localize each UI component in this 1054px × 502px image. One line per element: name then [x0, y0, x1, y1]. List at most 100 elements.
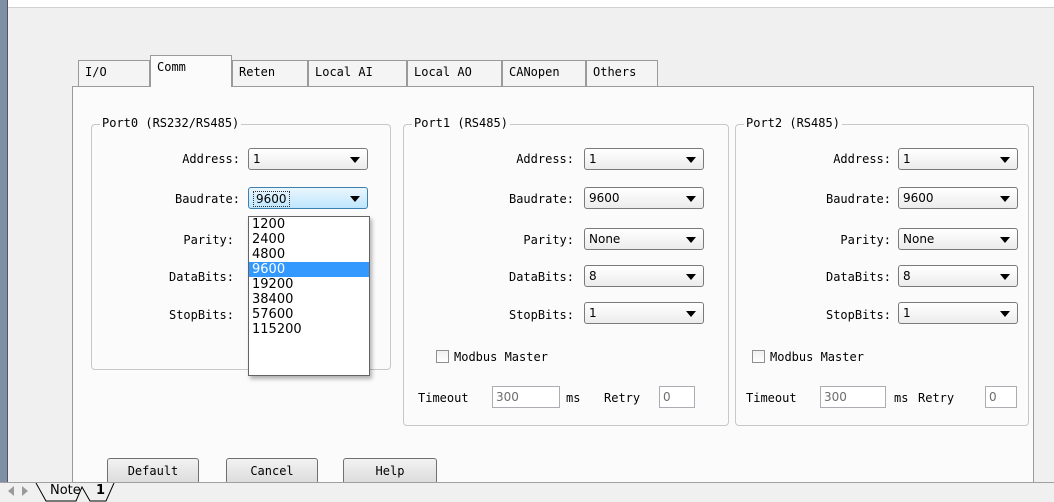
dropdown-arrow-icon — [1000, 237, 1010, 243]
port1-ms-label: ms — [566, 391, 581, 405]
tab-reten[interactable]: Reten — [232, 60, 308, 86]
tab-label: Comm — [157, 60, 186, 74]
port2-baudrate-select[interactable]: 9600 — [898, 187, 1018, 209]
port0-baudrate-select[interactable]: 9600 — [248, 187, 368, 209]
select-value: 1 — [253, 152, 261, 166]
port0-address-label: Address: — [182, 152, 240, 166]
dropdown-arrow-icon — [686, 157, 696, 163]
dropdown-arrow-icon — [686, 311, 696, 317]
tab-label: Reten — [239, 65, 276, 79]
port2-timeout-field[interactable]: 300 — [820, 386, 886, 408]
port1-baudrate-label: Baudrate: — [508, 192, 574, 206]
port1-timeout-label: Timeout — [418, 391, 469, 405]
window-left-edge — [0, 0, 8, 484]
port0-title: Port0 (RS232/RS485) — [100, 116, 242, 130]
select-value: 9600 — [253, 191, 290, 207]
cancel-button[interactable]: Cancel — [226, 458, 318, 484]
port1-baudrate-select[interactable]: 9600 — [584, 187, 704, 209]
port1-databits-label: DataBits: — [508, 270, 574, 284]
select-value: None — [589, 232, 621, 246]
window-top-edge — [8, 0, 1054, 8]
sheet-tab-note[interactable]: Note — [50, 483, 81, 498]
port2-modbus-master-label: Modbus Master — [770, 350, 864, 364]
port2-stopbits-select[interactable]: 1 — [898, 302, 1018, 324]
tab-canopen[interactable]: CANopen — [502, 60, 586, 86]
port2-retry-label: Retry — [918, 391, 955, 405]
select-value: 1 — [903, 152, 911, 166]
port2-ms-label: ms — [894, 391, 909, 405]
port1-stopbits-label: StopBits: — [508, 308, 574, 322]
select-value: 1 — [589, 306, 597, 320]
port2-title: Port2 (RS485) — [744, 116, 842, 130]
port1-title: Port1 (RS485) — [412, 116, 510, 130]
baudrate-option-selected[interactable]: 9600 — [249, 262, 369, 277]
baudrate-option[interactable]: 4800 — [249, 247, 369, 262]
dropdown-arrow-icon — [686, 274, 696, 280]
dropdown-arrow-icon — [1000, 311, 1010, 317]
port1-stopbits-select[interactable]: 1 — [584, 302, 704, 324]
select-value: 8 — [903, 269, 911, 283]
tab-io[interactable]: I/O — [78, 60, 150, 86]
dropdown-arrow-icon — [686, 196, 696, 202]
select-value: None — [903, 232, 935, 246]
scroll-left-icon[interactable] — [8, 486, 14, 496]
port1-timeout-field[interactable]: 300 — [492, 386, 560, 408]
tab-label: I/O — [85, 65, 107, 79]
port0-address-select[interactable]: 1 — [248, 148, 368, 170]
help-button[interactable]: Help — [343, 458, 437, 484]
dropdown-arrow-icon — [350, 196, 360, 202]
baudrate-option[interactable]: 115200 — [249, 322, 369, 337]
select-value: 1 — [589, 152, 597, 166]
port2-parity-select[interactable]: None — [898, 228, 1018, 250]
select-value: 9600 — [589, 191, 620, 205]
port2-address-label: Address: — [833, 152, 891, 166]
port2-retry-field[interactable]: 0 — [985, 386, 1017, 408]
sheet-tab-bar: Note 1 — [0, 482, 1054, 502]
select-value: 1 — [903, 306, 911, 320]
dropdown-arrow-icon — [350, 157, 360, 163]
port1-databits-select[interactable]: 8 — [584, 265, 704, 287]
port2-address-select[interactable]: 1 — [898, 148, 1018, 170]
port0-parity-label: Parity: — [183, 233, 234, 247]
port0-databits-label: DataBits: — [168, 270, 234, 284]
port2-parity-label: Parity: — [840, 233, 891, 247]
port0-stopbits-label: StopBits: — [168, 308, 234, 322]
scroll-right-icon[interactable] — [22, 486, 28, 496]
port2-stopbits-label: StopBits: — [825, 308, 891, 322]
tab-local-ai[interactable]: Local AI — [308, 60, 407, 86]
select-value: 9600 — [903, 191, 934, 205]
port1-modbus-master-checkbox[interactable] — [436, 350, 449, 363]
baudrate-option[interactable]: 57600 — [249, 307, 369, 322]
port1-modbus-master-label: Modbus Master — [454, 350, 548, 364]
port0-baudrate-label: Baudrate: — [174, 192, 240, 206]
default-button[interactable]: Default — [107, 458, 199, 484]
select-value: 8 — [589, 269, 597, 283]
tab-label: Local AO — [414, 65, 472, 79]
port2-databits-label: DataBits: — [825, 270, 891, 284]
port2-timeout-label: Timeout — [746, 391, 797, 405]
port2-modbus-master-checkbox[interactable] — [752, 350, 765, 363]
tab-comm[interactable]: Comm — [150, 55, 232, 87]
port1-parity-label: Parity: — [523, 233, 574, 247]
tab-label: CANopen — [509, 65, 560, 79]
dropdown-arrow-icon — [686, 237, 696, 243]
tab-label: Others — [593, 65, 637, 79]
sheet-tab-1[interactable]: 1 — [96, 483, 105, 498]
baudrate-dropdown-list[interactable]: 1200 2400 4800 9600 19200 38400 57600 11… — [248, 216, 370, 376]
port1-retry-field[interactable]: 0 — [659, 386, 695, 408]
baudrate-option[interactable]: 38400 — [249, 292, 369, 307]
baudrate-option[interactable]: 19200 — [249, 277, 369, 292]
dropdown-arrow-icon — [1000, 274, 1010, 280]
dropdown-arrow-icon — [1000, 196, 1010, 202]
port1-address-label: Address: — [516, 152, 574, 166]
port1-address-select[interactable]: 1 — [584, 148, 704, 170]
tab-others[interactable]: Others — [586, 60, 658, 86]
tab-local-ao[interactable]: Local AO — [407, 60, 502, 86]
port2-baudrate-label: Baudrate: — [825, 192, 891, 206]
baudrate-option[interactable]: 2400 — [249, 232, 369, 247]
port1-parity-select[interactable]: None — [584, 228, 704, 250]
dropdown-arrow-icon — [1000, 157, 1010, 163]
port1-retry-label: Retry — [604, 391, 641, 405]
port2-databits-select[interactable]: 8 — [898, 265, 1018, 287]
baudrate-option[interactable]: 1200 — [249, 217, 369, 232]
